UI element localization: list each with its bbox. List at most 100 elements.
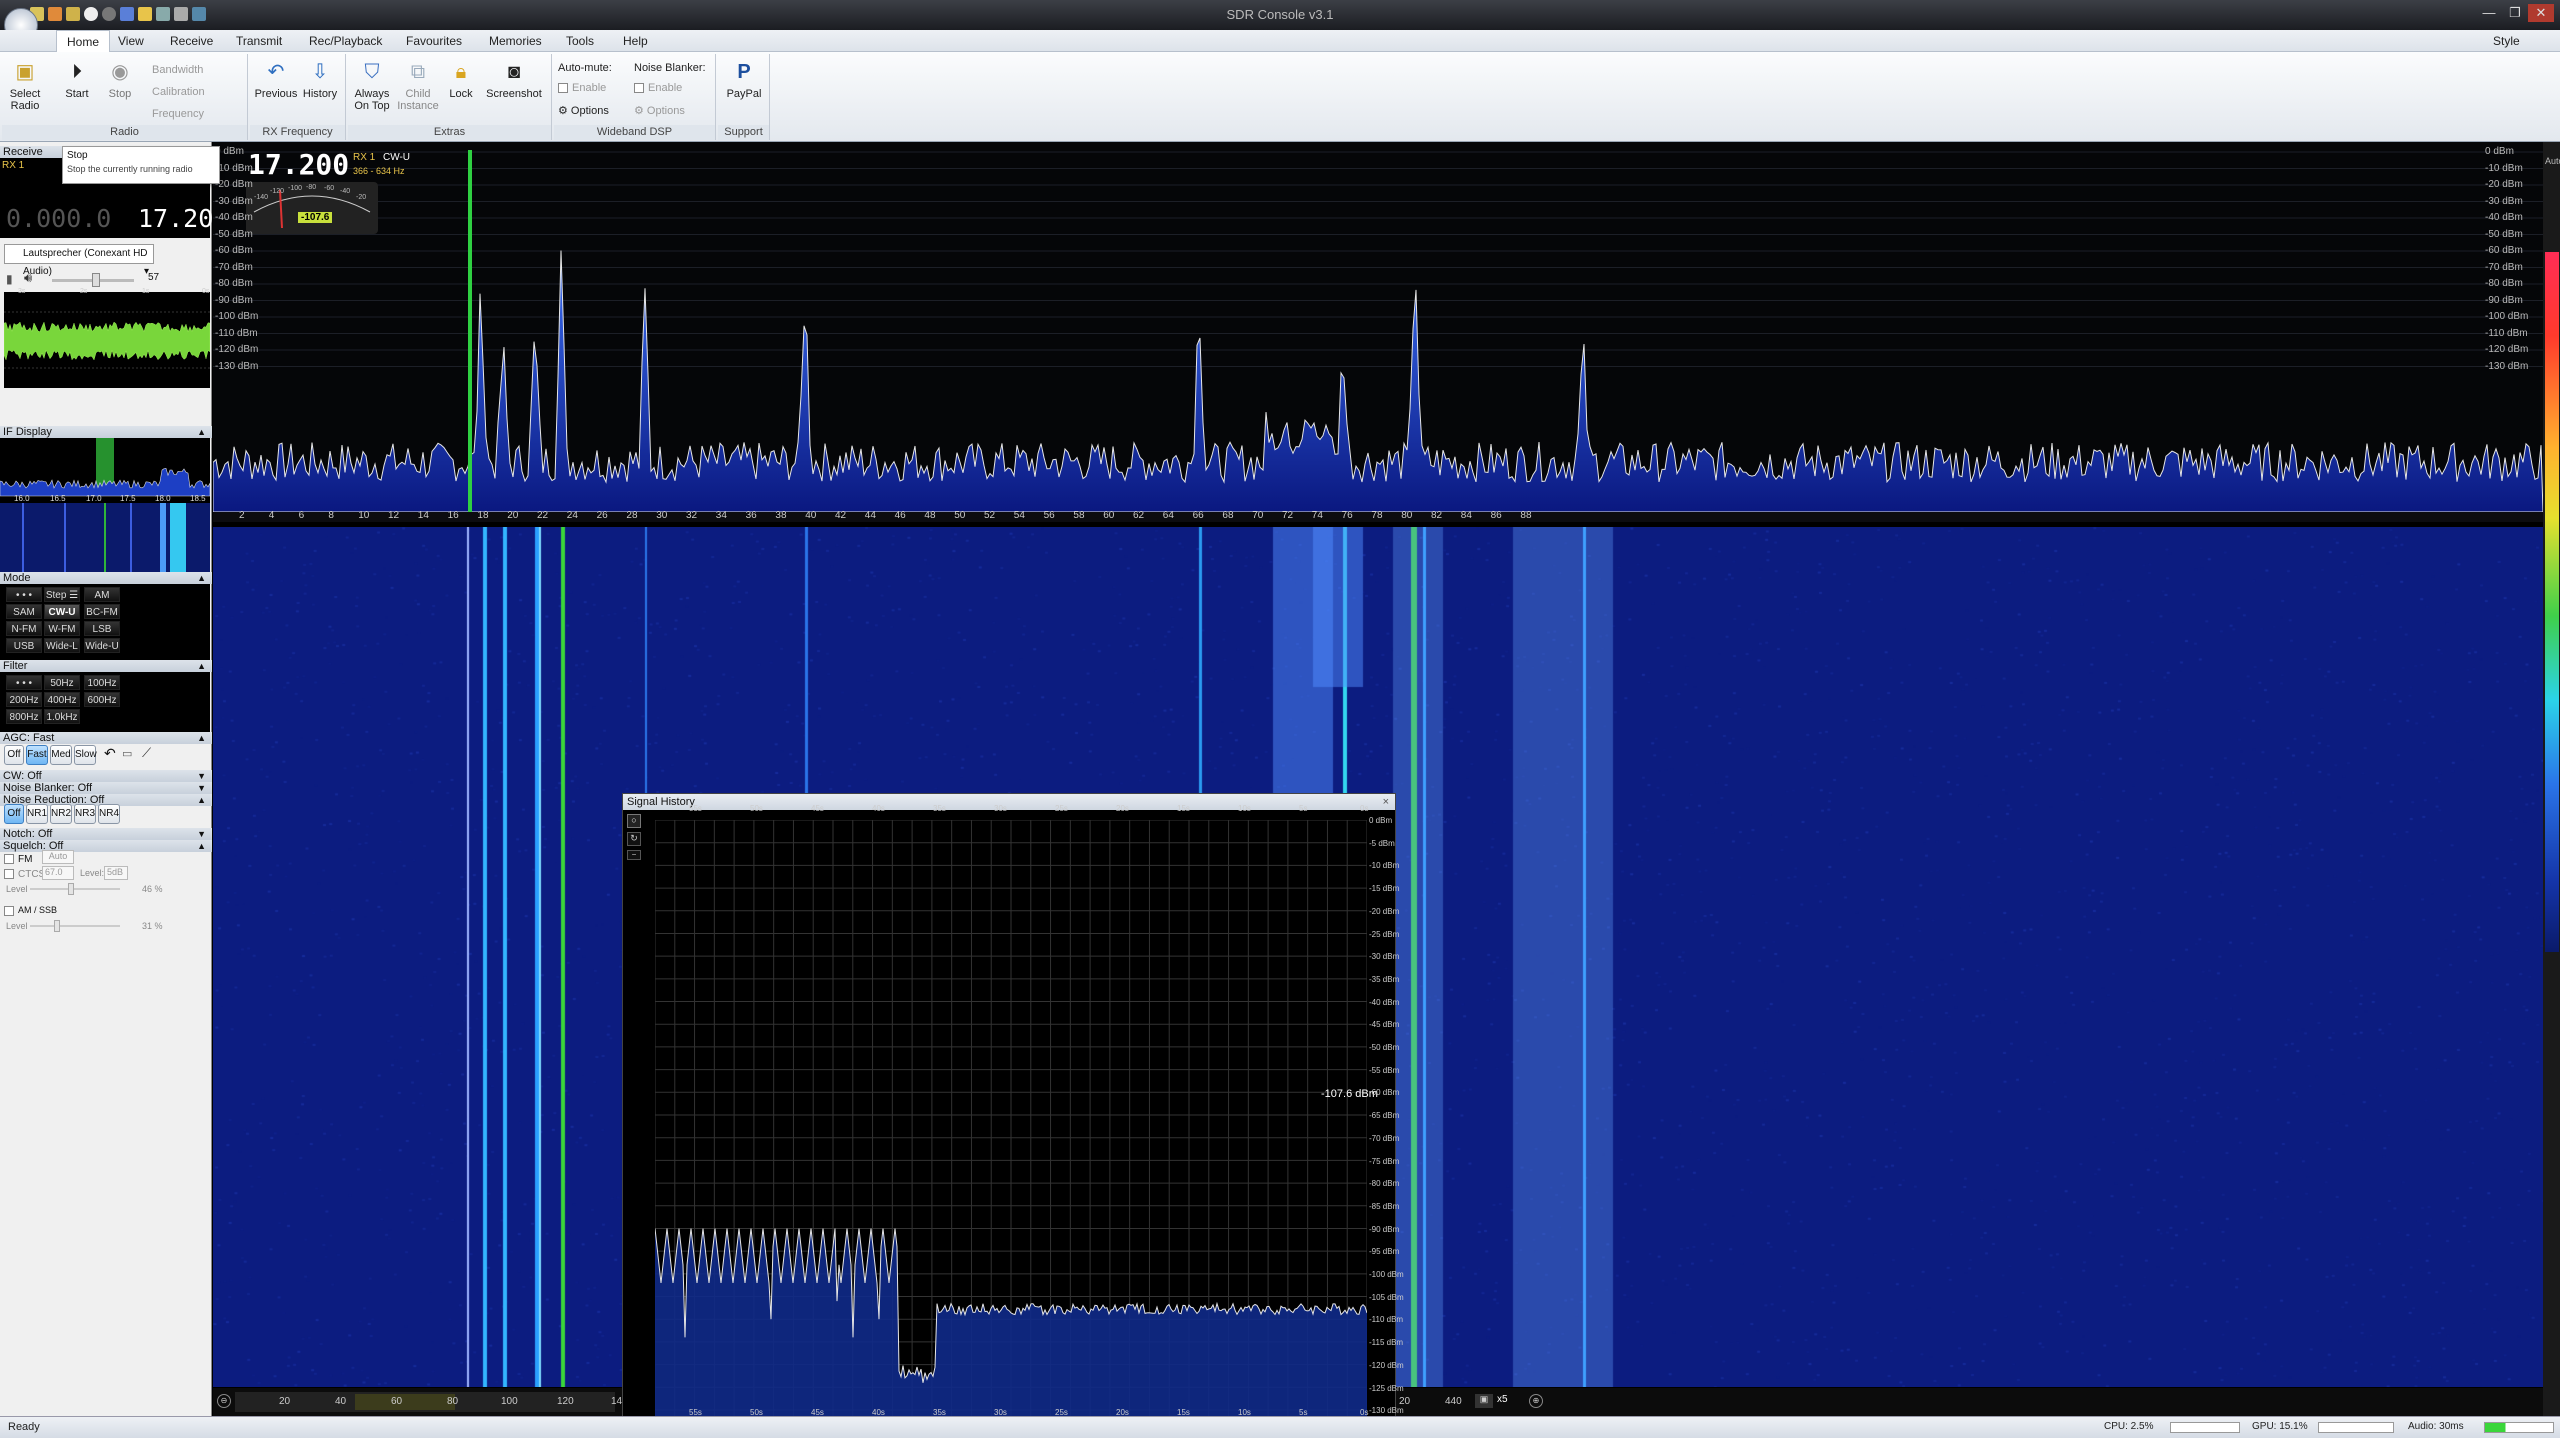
mode-bcfm-button[interactable]: BC-FM bbox=[84, 604, 120, 619]
stop-button[interactable]: ◉ Stop bbox=[105, 60, 135, 100]
auto-button[interactable]: Auto bbox=[42, 850, 74, 864]
zoom-out-icon[interactable]: ⊖ bbox=[217, 1394, 231, 1408]
checkbox[interactable] bbox=[4, 854, 14, 865]
mode-usb-button[interactable]: USB bbox=[6, 638, 42, 653]
radio-icon[interactable] bbox=[120, 7, 134, 21]
refresh-icon[interactable]: ↻ bbox=[627, 832, 641, 846]
tab-memories[interactable]: Memories bbox=[489, 34, 542, 48]
notch-header[interactable]: Notch: Off ▼ bbox=[0, 828, 212, 840]
screenshot-icon[interactable]: ▣ bbox=[1475, 1394, 1493, 1408]
filter-800hz-button[interactable]: 800Hz bbox=[6, 709, 42, 724]
mode-wideu-button[interactable]: Wide-U bbox=[84, 638, 120, 653]
tab-tools[interactable]: Tools bbox=[566, 34, 594, 48]
gear-icon[interactable] bbox=[174, 7, 188, 21]
bandwidth-button[interactable]: Bandwidth bbox=[152, 64, 203, 76]
display-frequency[interactable]: 17.200 bbox=[248, 148, 349, 181]
lock-icon[interactable] bbox=[156, 7, 170, 21]
open-icon[interactable] bbox=[66, 7, 80, 21]
folder-icon[interactable] bbox=[48, 7, 62, 21]
filter-more-button[interactable]: • • • bbox=[6, 675, 42, 690]
filter-50hz-button[interactable]: 50Hz bbox=[44, 675, 80, 690]
close-icon[interactable]: × bbox=[1383, 794, 1389, 810]
tab-receive[interactable]: Receive bbox=[170, 34, 213, 48]
mode-widel-button[interactable]: Wide-L bbox=[44, 638, 80, 653]
history-button[interactable]: ⇩ History bbox=[300, 60, 340, 100]
mode-lsb-button[interactable]: LSB bbox=[84, 621, 120, 636]
stop-icon[interactable] bbox=[102, 7, 116, 21]
checkbox[interactable] bbox=[4, 869, 14, 880]
mode-sam-button[interactable]: SAM bbox=[6, 604, 42, 619]
filter-1khz-button[interactable]: 1.0kHz bbox=[44, 709, 80, 724]
filter-200hz-button[interactable]: 200Hz bbox=[6, 692, 42, 707]
zoom-level[interactable]: x5 bbox=[1497, 1394, 1527, 1408]
zoom-in-icon[interactable]: ⊕ bbox=[1529, 1394, 1543, 1408]
noise-blanker-header[interactable]: Noise Blanker: Off ▼ bbox=[0, 782, 212, 794]
start-button[interactable]: ⏵ Start bbox=[62, 60, 92, 100]
lock-button[interactable]: 🔒︎ Lock bbox=[446, 60, 476, 100]
select-radio-button[interactable]: ▣ Select Radio bbox=[8, 60, 42, 112]
volume-slider[interactable] bbox=[52, 273, 134, 287]
nb-options[interactable]: ⚙ Options bbox=[634, 104, 685, 117]
tab-home[interactable]: Home bbox=[56, 30, 111, 52]
filter-600hz-button[interactable]: 600Hz bbox=[84, 692, 120, 707]
agc-slow-button[interactable]: Slow bbox=[74, 745, 97, 765]
undo-icon[interactable]: ↶ bbox=[104, 745, 116, 762]
checkbox[interactable] bbox=[634, 83, 644, 94]
squelch-header[interactable]: Squelch: Off ▲ bbox=[0, 840, 212, 852]
auto-label[interactable]: Auto bbox=[2545, 156, 2560, 166]
close-icon[interactable]: ✕ bbox=[2528, 4, 2554, 22]
tab-view[interactable]: View bbox=[118, 34, 144, 48]
mode-cwu-button[interactable]: CW-U bbox=[44, 604, 80, 619]
tab-favourites[interactable]: Favourites bbox=[406, 34, 462, 48]
fm-checkbox[interactable]: FM bbox=[4, 854, 32, 865]
agc-header[interactable]: AGC: Fast ▲ bbox=[0, 732, 212, 744]
mode-wfm-button[interactable]: W-FM bbox=[44, 621, 80, 636]
nr-off-button[interactable]: Off bbox=[4, 804, 24, 824]
undo-icon[interactable] bbox=[192, 7, 206, 21]
signal-history-titlebar[interactable]: Signal History × bbox=[623, 794, 1395, 810]
graph-icon[interactable]: ⟋ bbox=[142, 745, 151, 761]
child-instance-button[interactable]: ⧉ Child Instance bbox=[396, 60, 440, 112]
automute-enable[interactable]: Enable bbox=[558, 82, 606, 94]
previous-button[interactable]: ↶ Previous bbox=[254, 60, 298, 100]
automute-options[interactable]: ⚙ Options bbox=[558, 104, 609, 117]
screenshot-button[interactable]: ◙ Screenshot bbox=[484, 60, 544, 100]
tab-rec-playback[interactable]: Rec/Playback bbox=[309, 34, 382, 48]
mode-more-button[interactable]: • • • bbox=[6, 587, 42, 602]
am-level-slider[interactable] bbox=[30, 920, 120, 932]
minus-icon[interactable]: − bbox=[627, 850, 641, 860]
signal-history-window[interactable]: Signal History × ○ ↻ − -107.6 dBm 0 dBm -5… bbox=[622, 793, 1404, 1420]
settings-icon[interactable]: ▭ bbox=[122, 747, 132, 760]
filter-header[interactable]: Filter ▲ bbox=[0, 660, 212, 672]
calibration-button[interactable]: Calibration bbox=[152, 86, 205, 98]
color-scale[interactable] bbox=[2545, 252, 2559, 952]
reset-icon[interactable]: ○ bbox=[627, 814, 641, 828]
slider-thumb[interactable] bbox=[54, 920, 60, 932]
tuning-marker[interactable] bbox=[468, 150, 472, 512]
audio-device-select[interactable]: Lautsprecher (Conexant HD Audio) ▾ bbox=[4, 244, 154, 277]
play-icon[interactable] bbox=[84, 7, 98, 21]
frequency-button[interactable]: Frequency bbox=[152, 108, 204, 120]
maximize-icon[interactable]: ❐ bbox=[2502, 4, 2528, 22]
fm-level-slider[interactable] bbox=[30, 883, 120, 895]
if-display-header[interactable]: IF Display ▲ bbox=[0, 426, 212, 438]
filter-100hz-button[interactable]: 100Hz bbox=[84, 675, 120, 690]
agc-med-button[interactable]: Med bbox=[50, 745, 72, 765]
nr3-button[interactable]: NR3 bbox=[74, 804, 96, 824]
style-menu[interactable]: Style bbox=[2493, 34, 2520, 48]
checkbox[interactable] bbox=[558, 83, 568, 94]
checkbox[interactable] bbox=[4, 905, 14, 916]
star-icon[interactable] bbox=[138, 7, 152, 21]
mode-step-button[interactable]: Step ☰ bbox=[44, 587, 80, 602]
ctcss-select[interactable]: 67.0 bbox=[42, 866, 74, 880]
slider-thumb[interactable] bbox=[68, 883, 74, 895]
spectrum-display[interactable]: -107.6 -140 -120 -100 -80 -60 -40 -20 0 … bbox=[212, 142, 2544, 526]
agc-off-button[interactable]: Off bbox=[4, 745, 24, 765]
nr1-button[interactable]: NR1 bbox=[26, 804, 48, 824]
filter-400hz-button[interactable]: 400Hz bbox=[44, 692, 80, 707]
mode-nfm-button[interactable]: N-FM bbox=[6, 621, 42, 636]
agc-fast-button[interactable]: Fast bbox=[26, 745, 48, 765]
always-on-top-button[interactable]: ⛉ Always On Top bbox=[352, 60, 392, 112]
mode-am-button[interactable]: AM bbox=[84, 587, 120, 602]
mode-header[interactable]: Mode ▲ bbox=[0, 572, 212, 584]
